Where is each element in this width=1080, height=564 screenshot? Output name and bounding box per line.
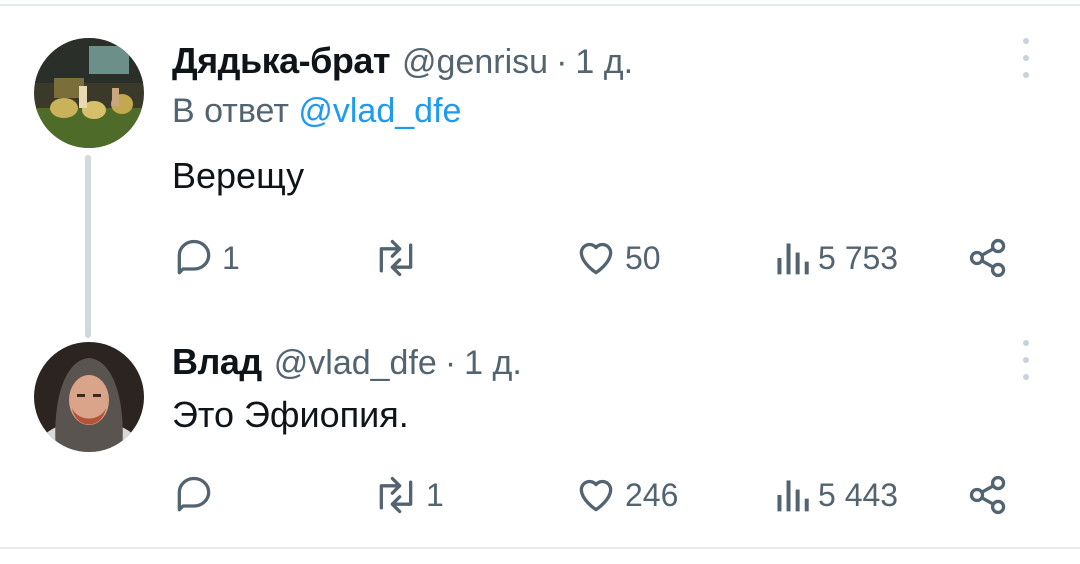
share-icon (969, 238, 1006, 278)
like-count: 50 (625, 239, 661, 276)
share-icon (969, 475, 1006, 515)
avatar-vlad-dfe[interactable] (34, 342, 144, 452)
tweet-text: Верещу (172, 155, 305, 196)
separator-dot: · (556, 43, 568, 81)
tweet-text: Это Эфиопия. (172, 394, 409, 435)
share-button[interactable] (966, 471, 1010, 519)
author-handle[interactable]: @genrisu (402, 43, 548, 82)
author-name[interactable]: Дядька-брат (172, 40, 391, 82)
retweet-icon (379, 476, 413, 514)
avatar-genrisu[interactable] (34, 38, 144, 148)
tweet-header: Влад @vlad_dfe · 1 д. (172, 341, 522, 385)
heart-icon (579, 242, 613, 275)
heart-icon (579, 479, 613, 512)
thread-connector-line (85, 155, 91, 338)
views-count: 5 443 (818, 476, 899, 513)
timestamp[interactable]: 1 д. (575, 43, 633, 82)
bottom-divider (0, 547, 1080, 549)
top-divider (0, 4, 1080, 6)
more-vertical-icon[interactable] (1016, 340, 1036, 380)
retweet-button[interactable]: 1 (372, 471, 444, 519)
views-button[interactable]: 5 443 (772, 471, 898, 519)
timestamp[interactable]: 1 д. (464, 344, 522, 383)
reply-count: 1 (222, 239, 240, 276)
separator-dot: · (444, 344, 457, 382)
reply-prefix: В ответ (172, 92, 289, 130)
reply-mention-link[interactable]: @vlad_dfe (298, 92, 461, 130)
views-chart-icon (777, 243, 809, 275)
retweet-icon (379, 239, 413, 277)
tweet-header: Дядька-брат @genrisu · 1 д. (172, 40, 633, 84)
reply-icon (177, 239, 211, 275)
author-name[interactable]: Влад (172, 341, 262, 383)
like-button[interactable]: 246 (573, 471, 678, 519)
share-button[interactable] (966, 234, 1010, 282)
retweet-button[interactable] (372, 234, 426, 282)
views-button[interactable]: 5 753 (772, 234, 898, 282)
views-chart-icon (777, 480, 809, 512)
reply-button[interactable]: 1 (172, 234, 240, 282)
reply-context: В ответ @vlad_dfe (172, 92, 461, 131)
like-count: 246 (625, 476, 679, 513)
reply-button[interactable] (172, 471, 222, 519)
reply-icon (177, 476, 211, 512)
author-handle[interactable]: @vlad_dfe (274, 344, 437, 383)
views-count: 5 753 (818, 239, 899, 276)
more-vertical-icon[interactable] (1016, 38, 1036, 78)
like-button[interactable]: 50 (573, 234, 661, 282)
retweet-count: 1 (426, 476, 444, 513)
